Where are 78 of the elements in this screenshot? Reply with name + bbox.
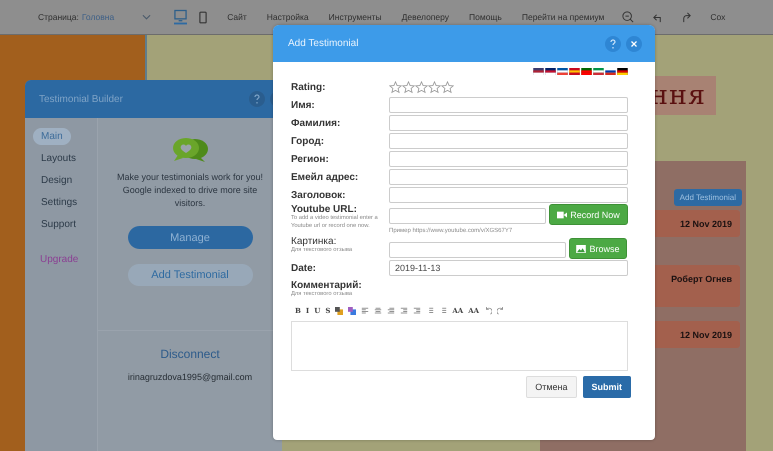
date-field[interactable]: 2019-11-13 xyxy=(389,260,628,276)
builder-nav-item[interactable]: Design xyxy=(33,172,80,189)
undo-icon[interactable] xyxy=(484,306,492,314)
date-label: Date: xyxy=(291,262,318,274)
builder-nav-item[interactable]: Support xyxy=(33,216,84,233)
flag-icon[interactable] xyxy=(605,68,616,75)
input-field[interactable] xyxy=(389,187,628,203)
mobile-icon[interactable] xyxy=(199,10,208,24)
menu-item[interactable]: Сайт xyxy=(227,12,247,22)
flag-icon[interactable] xyxy=(533,68,544,75)
field-label: Заголовок: xyxy=(291,190,347,200)
save-menu-item[interactable]: Сох xyxy=(710,12,726,22)
undo-icon[interactable] xyxy=(652,12,664,22)
redo-icon[interactable] xyxy=(497,306,506,314)
input-field[interactable] xyxy=(389,97,628,113)
menu-item[interactable]: Перейти на премиум xyxy=(522,12,604,22)
field-label: Имя: xyxy=(291,100,316,110)
menu-item[interactable]: Инструменты xyxy=(328,12,382,22)
menu-item[interactable]: Помощь xyxy=(469,12,502,22)
picture-field[interactable] xyxy=(389,242,566,258)
menu-item[interactable]: Настройка xyxy=(266,12,309,22)
chat-heart-icon xyxy=(170,137,210,163)
upgrade-link[interactable]: Upgrade xyxy=(40,254,78,265)
builder-nav-item[interactable]: Main xyxy=(33,128,71,145)
close-icon[interactable] xyxy=(626,36,642,52)
chevron-down-icon[interactable] xyxy=(142,14,152,20)
flag-icon[interactable] xyxy=(557,68,568,75)
redo-icon[interactable] xyxy=(681,12,692,22)
account-email: irinagruzdova1995@gmail.com xyxy=(128,372,252,382)
indent-icon[interactable] xyxy=(413,306,422,314)
zoom-icon[interactable] xyxy=(622,11,634,23)
fill-color-icon[interactable] xyxy=(348,306,356,314)
input-field[interactable] xyxy=(389,169,628,185)
outdent-icon[interactable] xyxy=(400,306,408,314)
builder-tagline: Make your testimonials work for you! Google indexed to drive more site visitors. xyxy=(116,171,264,210)
flag-icon[interactable] xyxy=(545,68,556,75)
picture-label: Картинка: xyxy=(291,236,338,247)
menu-item[interactable]: Девелоперу xyxy=(402,12,450,22)
star-icon[interactable] xyxy=(441,80,454,94)
star-icon[interactable] xyxy=(389,80,402,94)
input-field[interactable] xyxy=(389,115,628,131)
star-icon[interactable] xyxy=(428,80,441,94)
youtube-label: Youtube URL: xyxy=(291,204,357,215)
align-left-icon[interactable] xyxy=(361,306,370,314)
comment-label: Комментарий: xyxy=(291,280,363,291)
align-center-icon[interactable] xyxy=(374,306,382,314)
add-testimonial-button[interactable]: Add Testimonial xyxy=(128,264,252,286)
disconnect-link[interactable]: Disconnect xyxy=(160,347,220,361)
page-label: Страница: xyxy=(38,12,79,22)
submit-button[interactable]: Submit xyxy=(582,376,631,398)
add-testimonial-button[interactable]: Add Testimonial xyxy=(674,189,742,206)
field-label: Город: xyxy=(291,136,326,146)
video-camera-icon xyxy=(557,210,568,218)
help-icon[interactable] xyxy=(605,36,621,52)
input-field[interactable] xyxy=(389,151,628,167)
star-icon[interactable] xyxy=(402,80,415,94)
youtube-url-field[interactable] xyxy=(389,208,546,224)
flag-icon[interactable] xyxy=(617,68,628,75)
cancel-button[interactable]: Отмена xyxy=(526,376,576,398)
text-color-icon[interactable] xyxy=(335,306,344,314)
rating-stars[interactable] xyxy=(389,80,454,94)
star-icon[interactable] xyxy=(415,80,428,94)
builder-nav-item[interactable]: Settings xyxy=(33,194,86,211)
builder-title: Testimonial Builder xyxy=(39,94,123,104)
field-label: Фамилия: xyxy=(291,118,342,128)
input-field[interactable] xyxy=(389,133,628,149)
help-icon[interactable] xyxy=(249,91,265,107)
image-icon xyxy=(576,244,586,252)
rating-label: Rating: xyxy=(291,82,326,92)
browse-button[interactable]: Browse xyxy=(569,238,627,259)
align-right-icon[interactable] xyxy=(387,306,396,314)
field-label: Емейл адрес: xyxy=(291,172,360,182)
record-now-button[interactable]: Record Now xyxy=(549,204,628,225)
dialog-title: Add Testimonial xyxy=(288,38,358,49)
manage-button[interactable]: Manage xyxy=(128,226,252,249)
desktop-icon[interactable] xyxy=(174,9,188,25)
field-label: Регион: xyxy=(291,154,330,164)
builder-nav-item[interactable]: Layouts xyxy=(33,150,84,167)
